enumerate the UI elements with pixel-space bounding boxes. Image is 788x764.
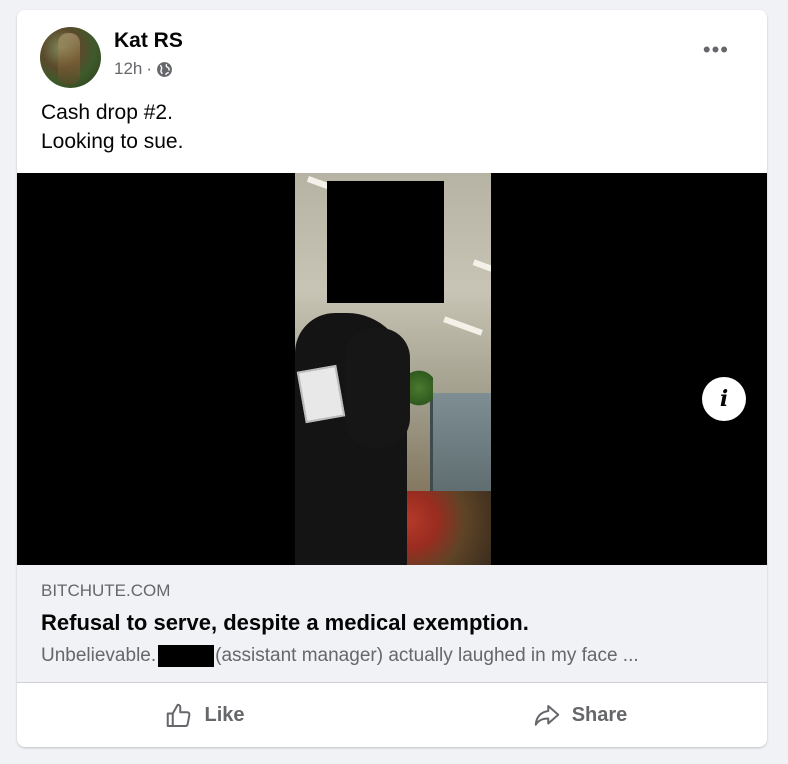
info-icon: i xyxy=(719,386,729,412)
more-options-icon[interactable]: ••• xyxy=(703,39,729,61)
link-description: Unbelievable. (assistant manager) actual… xyxy=(41,645,639,667)
avatar[interactable] xyxy=(40,27,101,88)
video-frame xyxy=(295,173,491,565)
post-meta: 12h · xyxy=(114,59,173,79)
action-bar: Like Share xyxy=(17,682,767,747)
redaction-bar xyxy=(158,645,215,667)
link-desc-start: Unbelievable. xyxy=(41,645,157,666)
share-arrow-icon xyxy=(534,704,559,726)
post-text: Cash drop #2. Looking to sue. xyxy=(41,98,183,156)
link-desc-end: (assistant manager) actually laughed in … xyxy=(215,645,639,666)
author-name[interactable]: Kat RS xyxy=(114,29,183,53)
post-text-line: Looking to sue. xyxy=(41,130,184,153)
redaction-box xyxy=(327,181,444,303)
link-preview[interactable]: BITCHUTE.COM Refusal to serve, despite a… xyxy=(17,565,767,682)
link-title: Refusal to serve, despite a medical exem… xyxy=(41,610,529,635)
info-button[interactable]: i xyxy=(702,377,746,421)
post-card: Kat RS 12h · ••• Cash drop #2. Looking t… xyxy=(17,10,767,747)
share-label: Share xyxy=(571,704,628,726)
post-text-line: Cash drop #2. xyxy=(41,101,173,124)
video-media[interactable] xyxy=(17,173,767,565)
globe-icon xyxy=(157,61,172,77)
timestamp[interactable]: 12h xyxy=(114,59,142,79)
thumbs-up-icon xyxy=(167,703,191,727)
share-button[interactable]: Share xyxy=(392,683,767,747)
like-button[interactable]: Like xyxy=(17,683,392,747)
meta-separator: · xyxy=(146,59,153,78)
like-label: Like xyxy=(204,704,245,726)
link-domain: BITCHUTE.COM xyxy=(41,581,171,600)
